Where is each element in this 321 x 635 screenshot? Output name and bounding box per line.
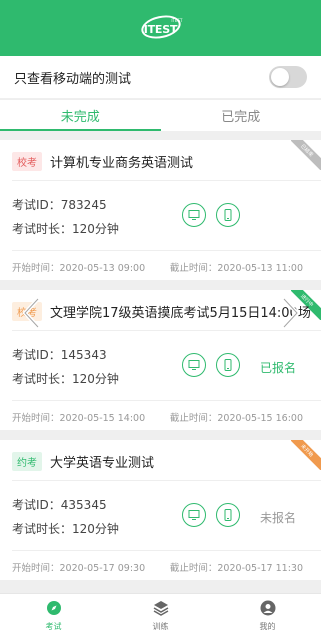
exam-id: 考试ID：435345	[12, 498, 107, 512]
mobile-filter-label: 只查看移动端的测试	[14, 71, 132, 87]
layers-icon	[151, 598, 171, 618]
mobile-filter-row: 只查看移动端的测试	[0, 56, 321, 98]
exam-end-time: 截止时间：2020-05-17 11:30	[169, 563, 303, 574]
exam-title: 大学英语专业测试	[50, 456, 155, 471]
chevron-left-icon[interactable]	[18, 294, 44, 332]
exam-status-ribbon: 已结束	[291, 140, 321, 170]
exam-duration: 考试时长：120分钟	[12, 522, 119, 536]
mobile-filter-switch[interactable]	[269, 66, 307, 88]
user-icon	[258, 598, 278, 618]
exam-card[interactable]: 已结束 校考 计算机专业商务英语测试 考试ID：783245 考试时长：120分…	[0, 140, 321, 280]
desktop-icon	[182, 203, 206, 227]
exam-title: 计算机专业商务英语测试	[50, 156, 194, 171]
exam-card[interactable]: 未开始 约考 大学英语专业测试 考试ID：435345 考试时长：120分钟 未…	[0, 440, 321, 580]
app-header: ITEST ITEST	[0, 0, 321, 56]
exam-start-time: 开始时间：2020-05-17 09:30	[12, 563, 146, 574]
exam-duration: 考试时长：120分钟	[12, 372, 119, 386]
tabbar-exam[interactable]: 考试	[0, 594, 107, 635]
registration-status[interactable]: 已报名	[260, 359, 296, 376]
exam-type-tag: 校考	[12, 152, 42, 171]
registration-status[interactable]: 未报名	[260, 509, 296, 526]
itest-logo: ITEST ITEST	[138, 12, 183, 42]
desktop-icon	[182, 353, 206, 377]
exam-status-ribbon: 未开始	[291, 440, 321, 470]
exam-id: 考试ID：145343	[12, 348, 107, 362]
tabbar-training[interactable]: 训练	[107, 594, 214, 635]
exam-end-time: 截止时间：2020-05-15 16:00	[169, 413, 303, 424]
exam-start-time: 开始时间：2020-05-13 09:00	[12, 263, 146, 274]
chevron-right-icon[interactable]	[278, 294, 304, 332]
exam-duration: 考试时长：120分钟	[12, 222, 119, 236]
exam-start-time: 开始时间：2020-05-15 14:00	[12, 413, 146, 424]
exam-end-time: 截止时间：2020-05-13 11:00	[169, 263, 303, 274]
mobile-icon	[216, 503, 240, 527]
exam-type-tag: 约考	[12, 452, 42, 471]
bottom-tab-bar: 考试 训练 我的	[0, 593, 321, 635]
compass-icon	[44, 598, 64, 618]
tab-unfinished[interactable]: 未完成	[0, 100, 161, 131]
exam-card[interactable]: 进行中 校考 文理学院17级英语摸底考试5月15日14:00场 考试ID：145…	[0, 290, 321, 430]
mobile-icon	[216, 203, 240, 227]
tabbar-mine[interactable]: 我的	[214, 594, 321, 635]
exam-tabs: 未完成 已完成	[0, 99, 321, 131]
exam-id: 考试ID：783245	[12, 198, 107, 212]
tab-finished[interactable]: 已完成	[161, 100, 321, 131]
mobile-icon	[216, 353, 240, 377]
desktop-icon	[182, 503, 206, 527]
exam-title: 文理学院17级英语摸底考试5月15日14:00场	[50, 306, 311, 321]
